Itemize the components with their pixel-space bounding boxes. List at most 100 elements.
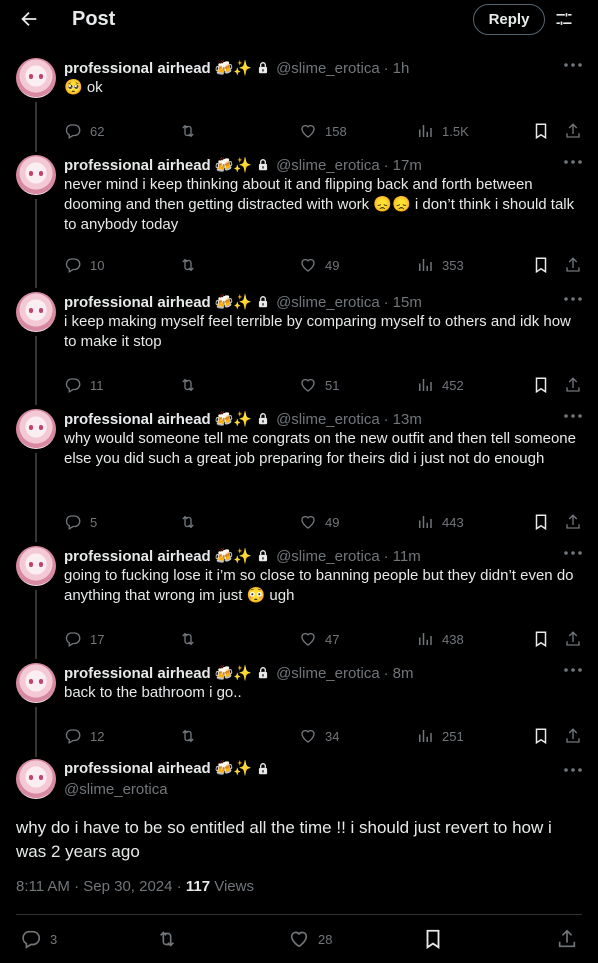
avatar[interactable]: [16, 759, 56, 799]
display-name[interactable]: professional airhead: [64, 60, 211, 77]
post-time[interactable]: 1h: [393, 60, 410, 77]
post-time[interactable]: 13m: [393, 411, 422, 428]
display-name[interactable]: professional airhead: [64, 665, 211, 682]
share-action[interactable]: [564, 256, 582, 274]
repost-action[interactable]: [179, 122, 197, 140]
like-count: 34: [325, 728, 340, 744]
repost-action[interactable]: [179, 256, 197, 274]
bookmark-icon: [532, 513, 550, 531]
avatar[interactable]: [16, 58, 56, 98]
reply-icon: [64, 630, 82, 648]
thread-line: [35, 453, 37, 542]
views-action[interactable]: 452: [416, 376, 464, 394]
like-action[interactable]: 28: [288, 928, 332, 950]
more-icon[interactable]: [563, 665, 583, 675]
more-icon[interactable]: [563, 157, 583, 167]
dot-separator: ·: [383, 664, 389, 682]
avatar[interactable]: [16, 409, 56, 449]
display-name[interactable]: professional airhead: [64, 157, 211, 174]
handle[interactable]: @slime_erotica: [276, 411, 380, 428]
action-bar: 12 34 251: [64, 727, 584, 747]
post-time[interactable]: 11m: [393, 548, 421, 565]
reply-button[interactable]: Reply: [473, 4, 545, 35]
bookmark-action[interactable]: [532, 727, 550, 745]
more-icon[interactable]: [563, 548, 583, 558]
avatar[interactable]: [16, 663, 56, 703]
like-action[interactable]: 34: [299, 727, 339, 745]
more-icon[interactable]: [563, 411, 583, 421]
avatar[interactable]: [16, 155, 56, 195]
bookmark-icon: [532, 376, 550, 394]
more-icon[interactable]: [563, 294, 583, 304]
dot-separator: ·: [383, 410, 389, 428]
display-name[interactable]: professional airhead: [64, 548, 211, 565]
more-icon[interactable]: [563, 60, 583, 70]
avatar[interactable]: [16, 546, 56, 586]
reply-action[interactable]: 3: [20, 928, 57, 950]
dot-separator: ·: [383, 156, 389, 174]
bookmark-icon: [532, 122, 550, 140]
share-action[interactable]: [564, 122, 582, 140]
handle[interactable]: @slime_erotica: [276, 294, 380, 311]
views-action[interactable]: 438: [416, 630, 464, 648]
bookmark-action[interactable]: [532, 513, 550, 531]
reply-action[interactable]: 5: [64, 513, 97, 531]
share-action[interactable]: [564, 727, 582, 745]
back-arrow-icon[interactable]: [18, 8, 40, 30]
views-count: 251: [442, 728, 464, 744]
author-row: professional airhead 🍻✨ @slime_erotica ·…: [64, 155, 422, 175]
like-action[interactable]: 158: [299, 122, 347, 140]
share-action[interactable]: [556, 928, 578, 950]
views-action[interactable]: 251: [416, 727, 464, 745]
divider: [16, 914, 582, 915]
post-time[interactable]: 15m: [393, 294, 422, 311]
views-action[interactable]: 1.5K: [416, 122, 469, 140]
page-title: Post: [72, 8, 116, 30]
bookmark-action[interactable]: [422, 928, 444, 950]
display-name[interactable]: professional airhead: [64, 294, 211, 311]
post-time[interactable]: 8m: [393, 665, 414, 682]
bookmark-action[interactable]: [532, 630, 550, 648]
handle[interactable]: @slime_erotica: [276, 665, 380, 682]
like-action[interactable]: 49: [299, 513, 339, 531]
bookmark-action[interactable]: [532, 256, 550, 274]
repost-action[interactable]: [179, 513, 197, 531]
repost-action[interactable]: [156, 928, 178, 950]
like-action[interactable]: 49: [299, 256, 339, 274]
bookmark-action[interactable]: [532, 122, 550, 140]
reply-action[interactable]: 17: [64, 630, 104, 648]
more-icon[interactable]: [563, 765, 583, 775]
display-name[interactable]: professional airhead: [64, 760, 211, 777]
lock-icon: [256, 158, 270, 172]
bookmark-action[interactable]: [532, 376, 550, 394]
like-action[interactable]: 47: [299, 630, 339, 648]
like-action[interactable]: 51: [299, 376, 339, 394]
repost-action[interactable]: [179, 376, 197, 394]
repost-icon: [179, 376, 197, 394]
reply-action[interactable]: 12: [64, 727, 104, 745]
repost-action[interactable]: [179, 630, 197, 648]
share-action[interactable]: [564, 630, 582, 648]
reply-action[interactable]: 11: [64, 376, 104, 394]
views-action[interactable]: 443: [416, 513, 464, 531]
bookmark-icon: [532, 727, 550, 745]
repost-action[interactable]: [179, 727, 197, 745]
handle[interactable]: @slime_erotica: [276, 60, 380, 77]
bookmark-icon: [422, 928, 444, 950]
display-name[interactable]: professional airhead: [64, 411, 211, 428]
share-action[interactable]: [564, 376, 582, 394]
reply-action[interactable]: 10: [64, 256, 104, 274]
post-time[interactable]: 17m: [393, 157, 422, 174]
handle[interactable]: @slime_erotica: [276, 548, 380, 565]
handle[interactable]: @slime_erotica: [64, 781, 168, 798]
avatar[interactable]: [16, 292, 56, 332]
views-action[interactable]: 353: [416, 256, 464, 274]
views-icon: [416, 376, 434, 394]
reply-action[interactable]: 62: [64, 122, 104, 140]
share-action[interactable]: [564, 513, 582, 531]
post-timestamp[interactable]: 8:11 AM · Sep 30, 2024: [16, 878, 173, 895]
repost-icon: [179, 727, 197, 745]
handle[interactable]: @slime_erotica: [276, 157, 380, 174]
filter-settings-icon[interactable]: [554, 9, 574, 29]
lock-icon: [256, 666, 270, 680]
